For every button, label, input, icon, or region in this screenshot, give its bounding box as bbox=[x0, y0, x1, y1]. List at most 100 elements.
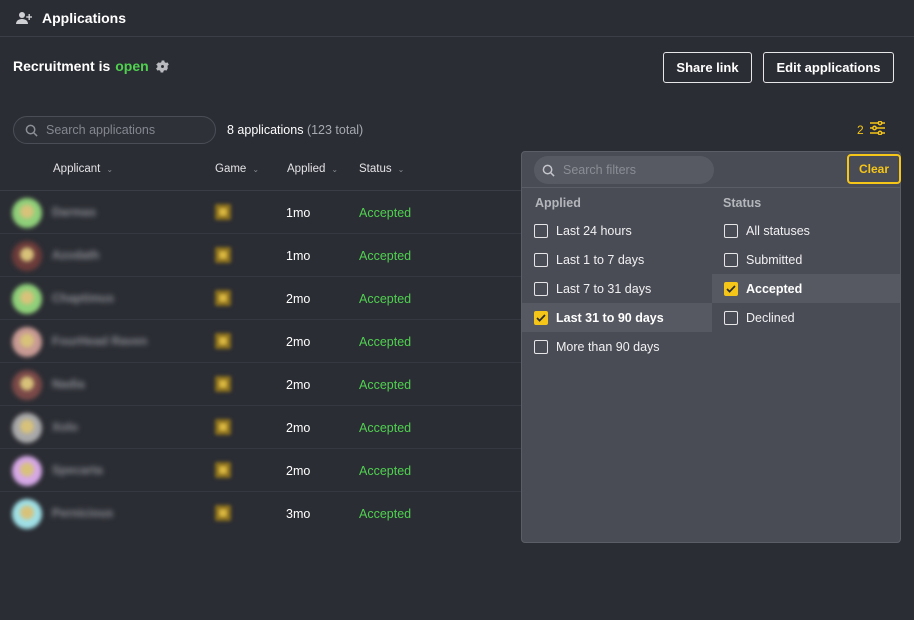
applicant-name[interactable]: Azodath bbox=[52, 248, 99, 262]
gear-icon[interactable] bbox=[155, 59, 169, 73]
applied-time: 2mo bbox=[286, 421, 311, 435]
applicant-name[interactable]: Darmas bbox=[52, 205, 96, 219]
applicant-name[interactable]: Xolo bbox=[52, 420, 78, 434]
table-row[interactable]: Nadia 2mo Accepted bbox=[0, 362, 600, 405]
column-header-label: Applied bbox=[287, 163, 326, 175]
game-icon bbox=[215, 419, 231, 435]
column-header-applicant[interactable]: Applicant ⌄ bbox=[53, 163, 113, 175]
chevron-down-icon: ⌄ bbox=[397, 164, 405, 174]
status-badge: Accepted bbox=[359, 335, 412, 349]
avatar bbox=[12, 499, 42, 529]
filter-option-status[interactable]: Submitted bbox=[712, 245, 900, 274]
filter-option-status[interactable]: Accepted bbox=[712, 274, 900, 303]
column-header-game[interactable]: Game ⌄ bbox=[215, 163, 259, 175]
table-row[interactable]: Azodath 1mo Accepted bbox=[0, 233, 600, 276]
filter-search-box bbox=[534, 156, 714, 184]
filters-panel: Clear Applied Status Last 24 hours Last … bbox=[521, 151, 901, 543]
sliders-icon bbox=[869, 120, 885, 138]
search-box bbox=[13, 116, 216, 144]
checkbox[interactable] bbox=[724, 252, 738, 267]
checkbox[interactable] bbox=[724, 310, 738, 325]
filter-option-label: Last 24 hours bbox=[556, 223, 632, 238]
edit-applications-button[interactable]: Edit applications bbox=[763, 52, 894, 83]
avatar bbox=[12, 370, 42, 400]
checkbox[interactable] bbox=[724, 223, 738, 238]
applied-time: 2mo bbox=[286, 378, 311, 392]
status-badge: Accepted bbox=[359, 421, 412, 435]
applied-time: 2mo bbox=[286, 464, 311, 478]
column-header-label: Game bbox=[215, 163, 247, 175]
applied-filter-title: Applied bbox=[535, 196, 581, 210]
checkbox[interactable] bbox=[534, 339, 548, 354]
applicant-name[interactable]: Pernicious bbox=[52, 506, 113, 520]
applications-total: (123 total) bbox=[306, 123, 364, 137]
column-header-label: Applicant bbox=[53, 163, 101, 175]
table-row[interactable]: Xolo 2mo Accepted bbox=[0, 405, 600, 448]
filter-option-label: More than 90 days bbox=[556, 339, 660, 354]
user-add-icon bbox=[16, 11, 32, 25]
avatar bbox=[12, 456, 42, 486]
table-row[interactable]: Darmas 1mo Accepted bbox=[0, 190, 600, 233]
column-header-applied[interactable]: Applied ⌄ bbox=[287, 163, 338, 175]
divider bbox=[522, 187, 900, 188]
applicant-name[interactable]: Specarta bbox=[52, 463, 103, 477]
chevron-down-icon: ⌄ bbox=[252, 164, 260, 174]
game-icon bbox=[215, 247, 231, 263]
search-input[interactable] bbox=[46, 123, 196, 137]
top-bar: Applications bbox=[0, 0, 914, 37]
status-badge: Accepted bbox=[359, 206, 412, 220]
recruitment-state: open bbox=[115, 58, 149, 74]
avatar bbox=[12, 413, 42, 443]
filter-option-applied[interactable]: Last 1 to 7 days bbox=[522, 245, 712, 274]
column-header-label: Status bbox=[359, 163, 392, 175]
table-row[interactable]: Chaptimus 2mo Accepted bbox=[0, 276, 600, 319]
table-row[interactable]: Pernicious 3mo Accepted bbox=[0, 491, 600, 534]
applications-shown: 8 applications bbox=[227, 123, 304, 137]
applied-time: 2mo bbox=[286, 292, 311, 306]
filter-search-input[interactable] bbox=[563, 163, 703, 177]
table-row[interactable]: Specarta 2mo Accepted bbox=[0, 448, 600, 491]
filter-toggle[interactable]: 2 bbox=[857, 120, 885, 138]
avatar bbox=[12, 241, 42, 271]
checkbox-checked[interactable] bbox=[724, 281, 738, 296]
status-badge: Accepted bbox=[359, 378, 412, 392]
status-badge: Accepted bbox=[359, 249, 412, 263]
game-icon bbox=[215, 204, 231, 220]
filter-option-label: Last 1 to 7 days bbox=[556, 252, 645, 267]
filter-option-applied[interactable]: Last 7 to 31 days bbox=[522, 274, 712, 303]
status-badge: Accepted bbox=[359, 507, 412, 521]
checkbox-checked[interactable] bbox=[534, 310, 548, 325]
applied-time: 1mo bbox=[286, 249, 311, 263]
filter-option-label: Accepted bbox=[746, 281, 803, 296]
game-icon bbox=[215, 333, 231, 349]
filter-option-status[interactable]: All statuses bbox=[712, 216, 900, 245]
checkbox[interactable] bbox=[534, 223, 548, 238]
checkbox[interactable] bbox=[534, 281, 548, 296]
column-header-status[interactable]: Status ⌄ bbox=[359, 163, 404, 175]
filter-option-applied[interactable]: More than 90 days bbox=[522, 332, 712, 361]
filter-option-label: Submitted bbox=[746, 252, 803, 267]
status-filter-title: Status bbox=[723, 196, 762, 210]
game-icon bbox=[215, 505, 231, 521]
applicant-name[interactable]: Chaptimus bbox=[52, 291, 114, 305]
check-icon bbox=[726, 284, 736, 293]
game-icon bbox=[215, 462, 231, 478]
active-filter-count: 2 bbox=[857, 122, 864, 137]
applications-count: 8 applications (123 total) bbox=[227, 123, 363, 137]
filter-option-applied[interactable]: Last 31 to 90 days bbox=[522, 303, 712, 332]
avatar bbox=[12, 327, 42, 357]
game-icon bbox=[215, 290, 231, 306]
applied-time: 3mo bbox=[286, 507, 311, 521]
filter-option-applied[interactable]: Last 24 hours bbox=[522, 216, 712, 245]
applicant-name[interactable]: Nadia bbox=[52, 377, 85, 391]
checkbox[interactable] bbox=[534, 252, 548, 267]
filter-option-status[interactable]: Declined bbox=[712, 303, 900, 332]
applicant-name[interactable]: FourHead Raven bbox=[52, 334, 147, 348]
chevron-down-icon: ⌄ bbox=[331, 164, 339, 174]
share-link-button[interactable]: Share link bbox=[663, 52, 752, 83]
search-icon bbox=[542, 164, 555, 177]
filter-option-label: Last 7 to 31 days bbox=[556, 281, 652, 296]
clear-filters-button[interactable]: Clear bbox=[847, 154, 901, 184]
filter-option-label: All statuses bbox=[746, 223, 810, 238]
table-row[interactable]: FourHead Raven 2mo Accepted bbox=[0, 319, 600, 362]
